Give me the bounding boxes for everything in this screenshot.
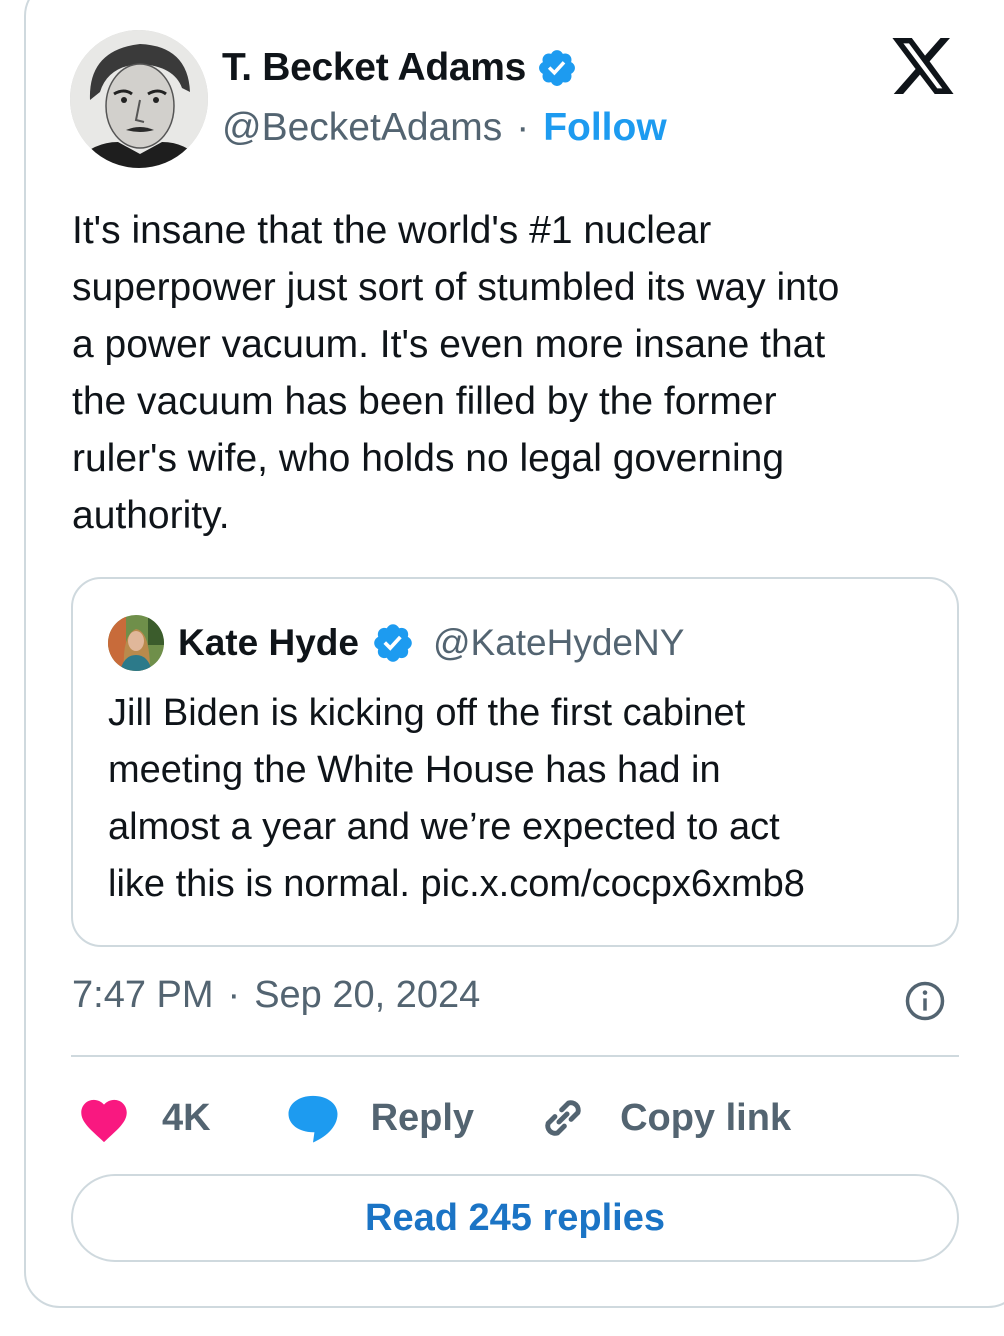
like-button[interactable]: 4K [76,1093,211,1143]
quoted-tweet[interactable]: Kate Hyde @KateHydeNY Jill Biden is kick… [71,577,959,947]
quoted-author-handle: @KateHydeNY [432,622,685,663]
timestamp-time: 7:47 PM [72,974,214,1016]
timestamp-separator: · [227,974,241,1016]
handle-separator: · [516,106,530,149]
author-handle[interactable]: @BecketAdams [222,106,502,150]
quoted-author-name: Kate Hyde [178,622,359,663]
read-replies-button[interactable]: Read 245 replies [71,1174,959,1262]
reply-bubble-icon [288,1095,338,1143]
quoted-tweet-header: Kate Hyde @KateHydeNY [108,615,684,671]
divider [71,1055,959,1057]
info-icon[interactable] [904,980,946,1022]
action-bar: 4K Reply Copy link [76,1086,791,1150]
tweet-timestamp[interactable]: 7:47 PM · Sep 20, 2024 [72,974,480,1017]
timestamp-date: Sep 20, 2024 [254,974,481,1016]
reply-label: Reply [370,1096,475,1139]
tweet-text: It's insane that the world's #1 nuclear … [72,209,840,537]
quoted-tweet-text: Jill Biden is kicking off the first cabi… [108,692,805,905]
x-logo-icon[interactable] [892,38,954,94]
reply-button[interactable]: Reply [285,1092,474,1144]
link-icon [545,1100,581,1136]
verified-badge-icon [374,624,412,662]
author-name[interactable]: T. Becket Adams [222,46,526,90]
author-handle-row: @BecketAdams · Follow [222,106,667,150]
author-name-row: T. Becket Adams [222,46,578,90]
verified-badge-icon [539,50,575,86]
author-avatar[interactable] [70,30,208,168]
heart-icon [81,1099,127,1143]
follow-button[interactable]: Follow [543,106,666,150]
copy-link-label: Copy link [620,1096,792,1139]
quoted-author-avatar [108,615,164,671]
copy-link-button[interactable]: Copy link [536,1091,791,1145]
like-count: 4K [162,1096,211,1139]
